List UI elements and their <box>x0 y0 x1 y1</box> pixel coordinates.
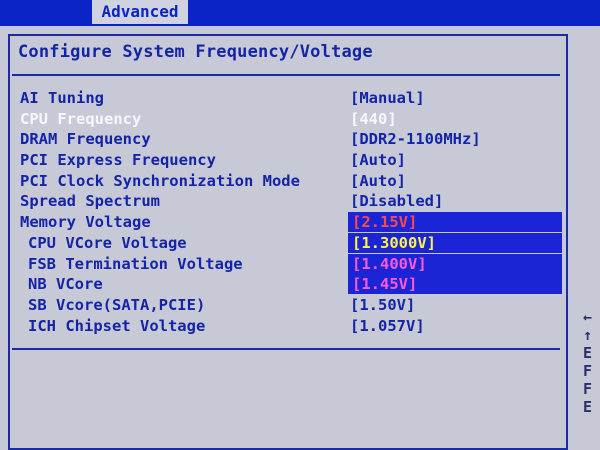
menu-bar: Advanced <box>0 0 600 26</box>
help-key-esc: E <box>583 398 593 416</box>
help-key-enter: E <box>583 344 593 362</box>
setting-value-fsb-termination-voltage[interactable]: [1.400V] <box>348 253 562 274</box>
setting-row-fsb-termination-voltage[interactable]: FSB Termination Voltage [1.400V] <box>20 253 568 275</box>
setting-label: AI Tuning <box>20 89 104 107</box>
setting-value[interactable]: [DDR2-1100MHz] <box>350 129 481 149</box>
setting-value[interactable]: [440] <box>350 109 397 129</box>
setting-label: PCI Express Frequency <box>20 151 216 170</box>
setting-row-ai-tuning[interactable]: AI Tuning [Manual] <box>20 88 568 109</box>
up-arrow-icon: ↑ <box>583 326 593 344</box>
setting-label: NB VCore <box>28 275 103 294</box>
setting-label: ICH Chipset Voltage <box>28 316 206 335</box>
setting-value-nb-vcore[interactable]: [1.45V] <box>348 274 562 295</box>
setting-row-memory-voltage[interactable]: Memory Voltage [2.15V] <box>20 212 568 233</box>
setting-row-pci-express-frequency[interactable]: PCI Express Frequency [Auto] <box>20 150 568 171</box>
setting-value-cpu-vcore-voltage[interactable]: [1.3000V] <box>348 232 562 253</box>
setting-row-nb-vcore[interactable]: NB VCore [1.45V] <box>20 274 568 295</box>
setting-label: PCI Clock Synchronization Mode <box>20 171 300 190</box>
setting-row-cpu-frequency[interactable]: CPU Frequency [440] <box>20 109 568 130</box>
settings-list: AI Tuning [Manual] CPU Frequency [440] D… <box>20 88 568 336</box>
setting-value[interactable]: [1.057V] <box>350 316 425 336</box>
help-key-f10: F <box>583 380 593 398</box>
title-divider <box>12 74 560 76</box>
setting-value[interactable]: [Auto] <box>350 150 406 170</box>
setting-row-cpu-vcore-voltage[interactable]: CPU VCore Voltage [1.3000V] <box>20 232 568 254</box>
tab-advanced[interactable]: Advanced <box>92 0 188 24</box>
setting-row-ich-chipset-voltage[interactable]: ICH Chipset Voltage [1.057V] <box>20 316 568 337</box>
setting-label: CPU VCore Voltage <box>28 233 187 252</box>
setting-label: DRAM Frequency <box>20 130 151 149</box>
setting-value[interactable]: [Auto] <box>350 171 406 191</box>
setting-value[interactable]: [Disabled] <box>350 191 443 211</box>
setting-label: SB Vcore(SATA,PCIE) <box>28 295 206 314</box>
setting-label: Memory Voltage <box>20 213 151 232</box>
list-divider <box>12 348 560 350</box>
setting-row-sb-vcore[interactable]: SB Vcore(SATA,PCIE) [1.50V] <box>20 295 568 316</box>
panel-title: Configure System Frequency/Voltage <box>18 42 373 62</box>
help-key-f1: F <box>583 362 593 380</box>
setting-label: FSB Termination Voltage <box>28 254 243 273</box>
setting-row-spread-spectrum[interactable]: Spread Spectrum [Disabled] <box>20 191 568 212</box>
setting-label: CPU Frequency <box>20 109 142 128</box>
settings-panel: Configure System Frequency/Voltage AI Tu… <box>0 26 580 450</box>
setting-row-pci-clock-sync-mode[interactable]: PCI Clock Synchronization Mode [Auto] <box>20 171 568 192</box>
setting-value-memory-voltage[interactable]: [2.15V] <box>348 212 562 233</box>
setting-row-dram-frequency[interactable]: DRAM Frequency [DDR2-1100MHz] <box>20 129 568 150</box>
setting-value[interactable]: [Manual] <box>350 88 425 108</box>
setting-value[interactable]: [1.50V] <box>350 295 415 315</box>
left-arrow-icon: ← <box>583 308 593 326</box>
setting-label: Spread Spectrum <box>20 192 160 211</box>
